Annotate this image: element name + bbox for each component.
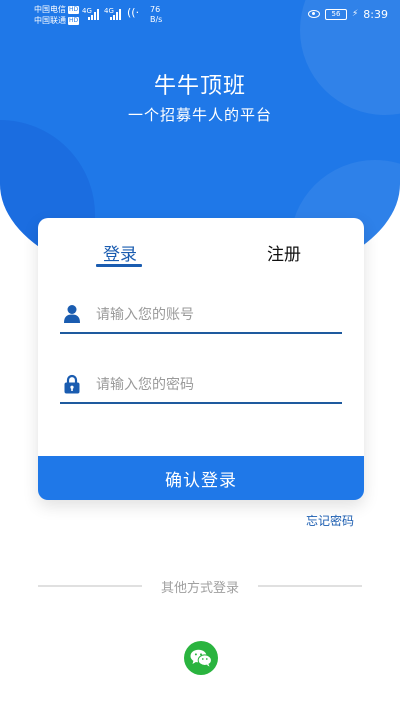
user-icon (64, 305, 80, 323)
carrier-2: 中国联通 HD (34, 16, 80, 25)
password-input[interactable] (96, 374, 336, 396)
tab-login[interactable]: 登录 (103, 240, 137, 265)
account-input[interactable] (96, 304, 336, 326)
app-title: 牛牛顶班 (153, 74, 246, 99)
carrier-1: 中国电信 HD (34, 5, 80, 14)
charging-icon: ⚡ (351, 9, 359, 19)
wechat-icon (190, 649, 212, 667)
lock-icon (64, 374, 80, 394)
battery-icon: 56 (324, 8, 347, 20)
forgot-password-link[interactable]: 忘记密码 (306, 512, 354, 529)
network-speed: 76 B/s (150, 5, 163, 24)
signal-bars-icon (110, 8, 124, 20)
wechat-login-button[interactable] (184, 641, 218, 675)
signal-bars-icon (88, 8, 102, 20)
app-subtitle: 一个招募牛人的平台 (127, 106, 272, 124)
confirm-login-button[interactable]: 确认登录 (38, 456, 364, 500)
account-field (60, 294, 342, 334)
login-card: 登录 注册 确认登录 (38, 218, 364, 500)
hotspot-icon: ((· (127, 6, 140, 19)
tab-login-indicator (96, 264, 142, 267)
tab-register[interactable]: 注册 (267, 240, 301, 265)
eye-comfort-icon (307, 10, 320, 18)
clock: 8:39 (363, 7, 388, 21)
password-field (60, 364, 342, 404)
status-bar: 中国电信 HD 中国联通 HD 4G 4G ((· 76 B/s 56 ⚡ 8:39 (0, 0, 400, 30)
divider-right (258, 585, 362, 587)
